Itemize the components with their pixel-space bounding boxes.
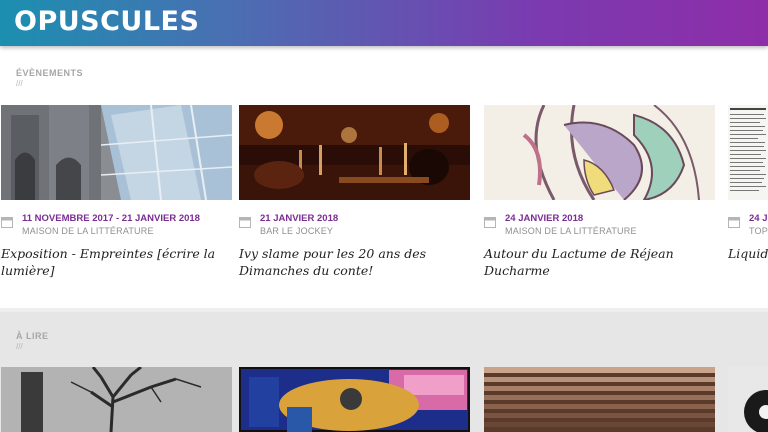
reading-card-image[interactable] (728, 367, 768, 432)
event-date: 24 J (749, 213, 768, 224)
reading-section-slashes: /// (16, 342, 23, 351)
event-venue: BAR LE JOCKEY (260, 226, 334, 236)
tree-silhouette-photo (1, 367, 232, 432)
event-meta: 11 NOVEMBRE 2017 - 21 JANVIER 2018 MAISO… (1, 213, 232, 243)
event-card[interactable]: 21 JANVIER 2018 BAR LE JOCKEY Ivy slame … (239, 105, 470, 295)
event-date: 21 JANVIER 2018 (260, 213, 339, 224)
event-venue: TOPO (749, 226, 768, 236)
reading-section: À LIRE /// (0, 312, 768, 432)
newspaper-clipping-image[interactable] (728, 105, 768, 200)
church-facade-photo-icon (1, 105, 232, 200)
calendar-icon (728, 217, 740, 228)
bar-photo-icon (239, 105, 470, 200)
reading-section-title: À LIRE (16, 331, 49, 341)
reading-card-image[interactable] (239, 367, 470, 432)
calendar-icon (484, 217, 496, 228)
bar-photo[interactable] (239, 105, 470, 200)
event-date: 24 JANVIER 2018 (505, 213, 584, 224)
church-facade-photo[interactable] (1, 105, 232, 200)
reading-card-image[interactable] (1, 367, 232, 432)
event-meta: 24 J TOPO (728, 213, 768, 243)
event-card[interactable]: 24 JANVIER 2018 MAISON DE LA LITTÉRATURE… (484, 105, 715, 295)
event-meta: 21 JANVIER 2018 BAR LE JOCKEY (239, 213, 470, 243)
calendar-icon (239, 217, 251, 228)
stained-drawing-icon (484, 105, 715, 200)
window-blinds-photo (484, 367, 715, 432)
events-section-slashes: /// (16, 79, 23, 88)
event-card[interactable]: 11 NOVEMBRE 2017 - 21 JANVIER 2018 MAISO… (1, 105, 232, 295)
event-title-link[interactable]: Exposition - Empreintes [écrire la lumiè… (1, 245, 229, 279)
event-title-link[interactable]: Autour du Lactume de Réjean Ducharme (484, 245, 712, 279)
event-meta: 24 JANVIER 2018 MAISON DE LA LITTÉRATURE (484, 213, 715, 243)
event-title-link[interactable]: Ivy slame pour les 20 ans des Dimanches … (239, 245, 467, 279)
site-header: OPUSCULES (0, 0, 768, 46)
event-venue: MAISON DE LA LITTÉRATURE (22, 226, 154, 236)
stained-drawing-image[interactable] (484, 105, 715, 200)
events-section: ÉVÈNEMENTS /// 11 NOVEMBRE 2017 - 21 JAN… (0, 46, 768, 308)
event-card[interactable]: 24 J TOPO Liquida (728, 105, 768, 295)
site-logo[interactable]: OPUSCULES (14, 6, 199, 38)
reading-card-image[interactable] (484, 367, 715, 432)
vinyl-record-photo (728, 367, 768, 432)
newspaper-clipping-icon (728, 105, 768, 200)
calendar-icon (1, 217, 13, 228)
events-section-title: ÉVÈNEMENTS (16, 68, 84, 78)
event-title-link[interactable]: Liquida (728, 245, 768, 262)
event-venue: MAISON DE LA LITTÉRATURE (505, 226, 637, 236)
cosmic-collage-image (239, 367, 470, 432)
event-date: 11 NOVEMBRE 2017 - 21 JANVIER 2018 (22, 213, 200, 224)
logo-text: OPUSCULES (14, 6, 200, 37)
